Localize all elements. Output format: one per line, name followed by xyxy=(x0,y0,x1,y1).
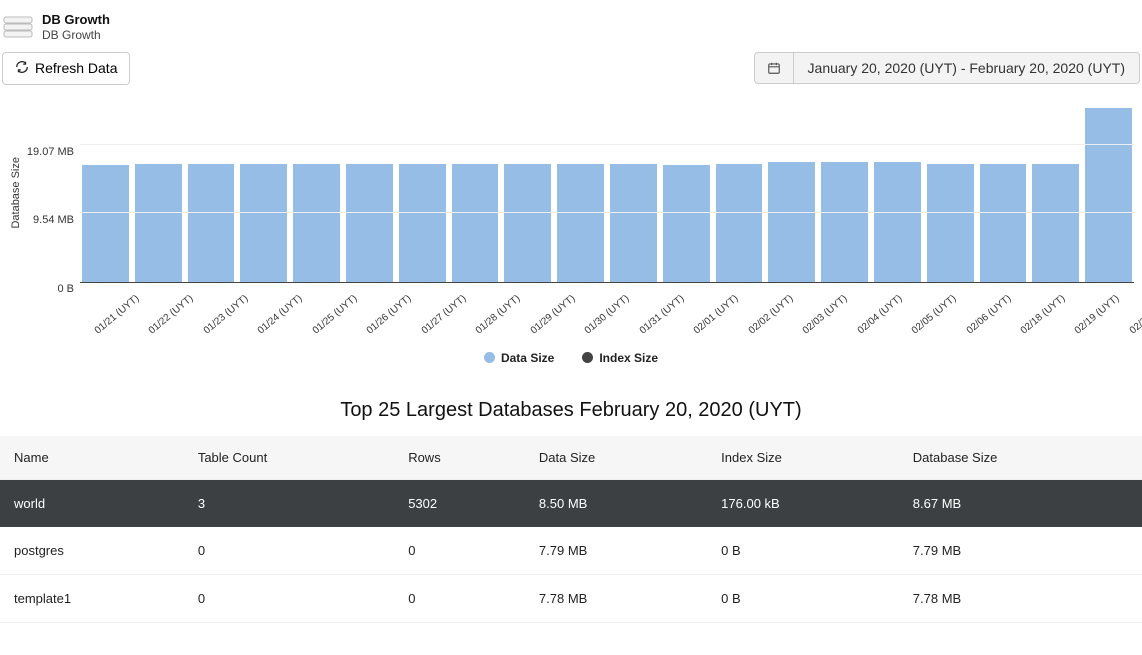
databases-table: NameTable CountRowsData SizeIndex SizeDa… xyxy=(0,436,1142,623)
bar[interactable] xyxy=(504,164,551,282)
db-stack-icon xyxy=(2,15,34,39)
bar[interactable] xyxy=(768,162,815,282)
table-cell: 0 xyxy=(184,527,394,575)
column-header[interactable]: Data Size xyxy=(525,436,707,480)
bar[interactable] xyxy=(1085,108,1132,282)
toolbar: Refresh Data January 20, 2020 (UYT) - Fe… xyxy=(0,46,1142,95)
table-cell: 8.67 MB xyxy=(899,479,1142,527)
table-cell: 7.79 MB xyxy=(525,527,707,575)
grid-line xyxy=(80,212,1134,213)
table-cell: 7.78 MB xyxy=(899,574,1142,622)
legend-swatch-data xyxy=(484,352,495,363)
header-titles: DB Growth DB Growth xyxy=(42,12,110,42)
db-growth-chart: Database Size 19.07 MB9.54 MB0 B 01/21 (… xyxy=(0,95,1142,371)
bar[interactable] xyxy=(716,164,763,282)
column-header[interactable]: Index Size xyxy=(707,436,899,480)
bar[interactable] xyxy=(82,165,129,282)
table-cell: world xyxy=(0,479,184,527)
table-header-row: NameTable CountRowsData SizeIndex SizeDa… xyxy=(0,436,1142,480)
table-row[interactable]: postgres007.79 MB0 B7.79 MB xyxy=(0,527,1142,575)
table-cell: 0 B xyxy=(707,574,899,622)
x-axis-ticks: 01/21 (UYT)01/22 (UYT)01/23 (UYT)01/24 (… xyxy=(84,283,1134,331)
column-header[interactable]: Table Count xyxy=(184,436,394,480)
bar[interactable] xyxy=(874,162,921,282)
table-cell: 7.79 MB xyxy=(899,527,1142,575)
page-header: DB Growth DB Growth xyxy=(0,0,1142,46)
date-range-picker[interactable]: January 20, 2020 (UYT) - February 20, 20… xyxy=(754,52,1140,84)
calendar-icon xyxy=(754,52,793,84)
bar[interactable] xyxy=(557,164,604,282)
chart-plot-area xyxy=(80,103,1134,283)
refresh-label: Refresh Data xyxy=(35,60,117,76)
bar[interactable] xyxy=(663,165,710,282)
bar[interactable] xyxy=(927,164,974,282)
table-cell: 176.00 kB xyxy=(707,479,899,527)
table-cell: 7.78 MB xyxy=(525,574,707,622)
table-cell: postgres xyxy=(0,527,184,575)
bar[interactable] xyxy=(240,164,287,282)
y-axis-ticks: 19.07 MB9.54 MB0 B xyxy=(24,103,80,283)
table-row[interactable]: world353028.50 MB176.00 kB8.67 MB xyxy=(0,479,1142,527)
bar[interactable] xyxy=(399,164,446,282)
page-title: DB Growth xyxy=(42,12,110,28)
bar[interactable] xyxy=(293,164,340,282)
bar[interactable] xyxy=(1032,164,1079,282)
y-axis-label: Database Size xyxy=(8,157,24,229)
refresh-icon xyxy=(15,60,29,77)
table-cell: 0 xyxy=(394,527,525,575)
bar[interactable] xyxy=(188,164,235,282)
bar[interactable] xyxy=(135,164,182,282)
refresh-button[interactable]: Refresh Data xyxy=(2,52,130,85)
bar[interactable] xyxy=(452,164,499,282)
table-cell: 8.50 MB xyxy=(525,479,707,527)
table-title: Top 25 Largest Databases February 20, 20… xyxy=(0,371,1142,436)
bar[interactable] xyxy=(821,162,868,282)
page-subtitle: DB Growth xyxy=(42,28,110,42)
column-header[interactable]: Name xyxy=(0,436,184,480)
column-header[interactable]: Database Size xyxy=(899,436,1142,480)
column-header[interactable]: Rows xyxy=(394,436,525,480)
bar[interactable] xyxy=(980,164,1027,282)
date-range-label: January 20, 2020 (UYT) - February 20, 20… xyxy=(793,52,1140,84)
table-cell: 0 xyxy=(184,574,394,622)
table-cell: 5302 xyxy=(394,479,525,527)
table-cell: 3 xyxy=(184,479,394,527)
table-cell: 0 B xyxy=(707,527,899,575)
grid-line xyxy=(80,144,1134,145)
bar[interactable] xyxy=(610,164,657,282)
table-cell: 0 xyxy=(394,574,525,622)
table-row[interactable]: template1007.78 MB0 B7.78 MB xyxy=(0,574,1142,622)
table-cell: template1 xyxy=(0,574,184,622)
table-body: world353028.50 MB176.00 kB8.67 MBpostgre… xyxy=(0,479,1142,622)
bar[interactable] xyxy=(346,164,393,282)
legend-swatch-index xyxy=(582,352,593,363)
